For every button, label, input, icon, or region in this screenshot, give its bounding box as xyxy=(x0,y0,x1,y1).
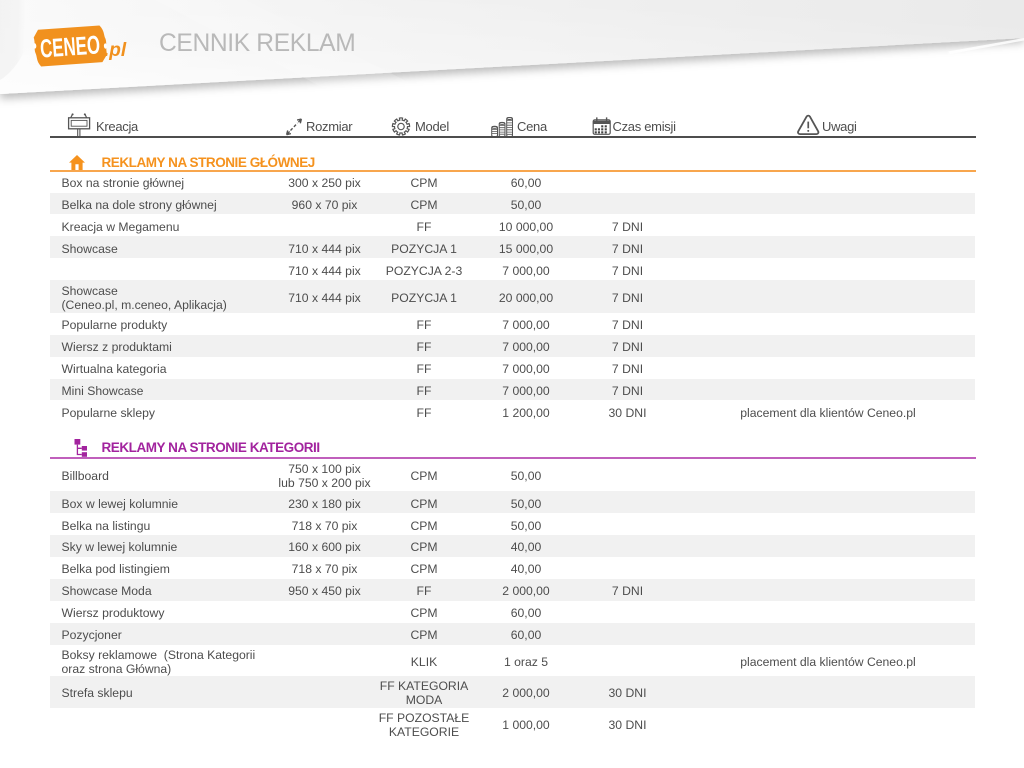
svg-text:CENEO: CENEO xyxy=(39,29,101,63)
svg-text:.pl: .pl xyxy=(104,40,127,61)
